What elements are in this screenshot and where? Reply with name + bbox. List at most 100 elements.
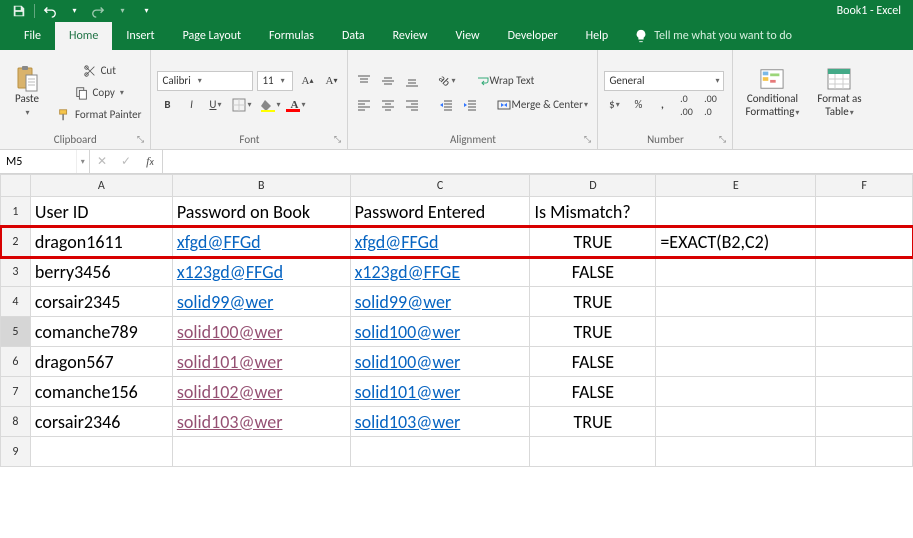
cell[interactable]: solid103@wer [350,407,530,437]
cell[interactable] [816,377,913,407]
bold-button[interactable]: B [157,95,177,115]
tab-view[interactable]: View [442,22,494,50]
cell[interactable]: Password on Book [172,197,350,227]
row-header[interactable]: 9 [1,437,31,467]
cell[interactable]: solid100@wer [350,347,530,377]
cell[interactable] [656,287,816,317]
italic-button[interactable]: I [181,95,201,115]
row-header[interactable]: 6 [1,347,31,377]
select-all-corner[interactable] [1,175,31,197]
cell[interactable]: xfgd@FFGd [350,227,530,257]
cell[interactable]: solid103@wer [172,407,350,437]
col-header-b[interactable]: B [172,175,350,197]
tab-developer[interactable]: Developer [494,22,572,50]
font-launcher[interactable]: ⤡ [331,134,343,146]
formula-input[interactable] [163,150,913,173]
font-name-select[interactable]: Calibri▾ [157,71,253,91]
redo-dropdown[interactable]: ▾ [111,0,133,22]
cell[interactable]: FALSE [530,377,656,407]
row-header[interactable]: 5 [1,317,31,347]
decrease-font-button[interactable]: A▾ [321,71,341,91]
orientation-button[interactable]: ab▾ [436,71,458,91]
col-header-c[interactable]: C [350,175,530,197]
cell[interactable]: dragon567 [30,347,172,377]
clipboard-launcher[interactable]: ⤡ [134,134,146,146]
cell[interactable] [816,287,913,317]
name-box[interactable]: ▾ [0,150,90,173]
align-left-button[interactable] [354,95,374,115]
paste-button[interactable]: Paste▾ [6,54,48,131]
increase-decimal-button[interactable]: .0.00 [676,95,696,115]
font-color-button[interactable]: A ▾ [288,95,309,115]
row-header[interactable]: 2 [1,227,31,257]
cell[interactable]: solid100@wer [350,317,530,347]
decrease-indent-button[interactable] [436,95,456,115]
wrap-text-button[interactable]: Wrap Text [473,71,538,91]
format-as-table-button[interactable]: Format as Table▾ [811,54,867,131]
cell[interactable]: solid101@wer [350,377,530,407]
row-header[interactable]: 1 [1,197,31,227]
font-size-select[interactable]: 11▾ [257,71,293,91]
save-button[interactable] [8,0,30,22]
enter-formula-button[interactable]: ✓ [114,150,138,173]
cell[interactable]: Is Mismatch? [530,197,656,227]
cell[interactable]: TRUE [530,407,656,437]
cell[interactable] [172,437,350,467]
cell[interactable]: FALSE [530,347,656,377]
cell[interactable]: corsair2345 [30,287,172,317]
tab-help[interactable]: Help [572,22,623,50]
fill-color-button[interactable]: ▾ [258,95,283,115]
row-header[interactable]: 7 [1,377,31,407]
cell[interactable] [656,197,816,227]
col-header-a[interactable]: A [30,175,172,197]
borders-button[interactable]: ▾ [229,95,254,115]
conditional-formatting-button[interactable]: Conditional Formatting▾ [739,54,805,131]
cell[interactable]: comanche789 [30,317,172,347]
undo-dropdown[interactable]: ▾ [63,0,85,22]
cell[interactable]: TRUE [530,287,656,317]
cell[interactable]: FALSE [530,257,656,287]
cell[interactable]: solid99@wer [350,287,530,317]
tab-formulas[interactable]: Formulas [255,22,328,50]
number-format-select[interactable]: General▾ [604,71,724,91]
accounting-format-button[interactable]: $▾ [604,95,624,115]
align-middle-button[interactable] [378,71,398,91]
redo-button[interactable] [87,0,109,22]
cell[interactable] [656,317,816,347]
cell[interactable]: dragon1611 [30,227,172,257]
increase-font-button[interactable]: A▴ [297,71,317,91]
col-header-d[interactable]: D [530,175,656,197]
cell[interactable]: solid101@wer [172,347,350,377]
cell[interactable] [816,317,913,347]
cancel-formula-button[interactable]: ✕ [90,150,114,173]
cell[interactable]: TRUE [530,317,656,347]
underline-button[interactable]: U▾ [205,95,225,115]
qat-customize[interactable]: ▾ [135,0,157,22]
cell[interactable] [816,437,913,467]
cell[interactable] [656,377,816,407]
cell[interactable] [816,227,913,257]
cell[interactable] [656,257,816,287]
tab-insert[interactable]: Insert [112,22,168,50]
tab-home[interactable]: Home [55,22,112,50]
cell[interactable]: solid102@wer [172,377,350,407]
number-launcher[interactable]: ⤡ [716,134,728,146]
align-bottom-button[interactable] [402,71,422,91]
cell[interactable] [530,437,656,467]
worksheet-grid[interactable]: A B C D E F 1User IDPassword on BookPass… [0,174,913,467]
cell[interactable] [816,257,913,287]
cell[interactable]: comanche156 [30,377,172,407]
tell-me[interactable] [634,22,854,50]
cell[interactable] [816,197,913,227]
cell[interactable]: berry3456 [30,257,172,287]
percent-format-button[interactable]: % [628,95,648,115]
cell[interactable]: x123gd@FFGd [172,257,350,287]
tab-page-layout[interactable]: Page Layout [169,22,255,50]
col-header-f[interactable]: F [816,175,913,197]
format-painter-button[interactable]: Format Painter [54,105,144,125]
name-box-dropdown[interactable]: ▾ [76,150,89,173]
undo-button[interactable] [39,0,61,22]
decrease-decimal-button[interactable]: .00.0 [700,95,720,115]
cell[interactable]: solid100@wer [172,317,350,347]
cut-button[interactable]: Cut [54,61,144,81]
